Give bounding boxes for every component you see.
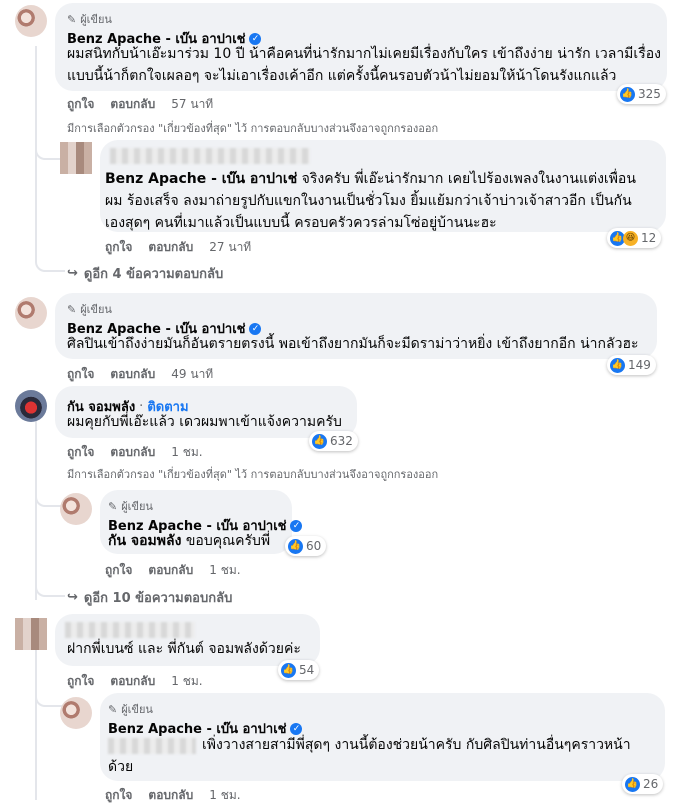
like-button[interactable]: ถูกใจ xyxy=(105,786,132,805)
avatar[interactable] xyxy=(15,618,47,650)
haha-icon: 😆 xyxy=(623,230,638,246)
comment-actions: ถูกใจ ตอบกลับ 57 นาที xyxy=(67,95,213,114)
reply-button[interactable]: ตอบกลับ xyxy=(148,238,193,257)
blurred-mention xyxy=(108,738,196,754)
view-more-replies-button[interactable]: ↪ ดูอีก 4 ข้อความตอบกลับ xyxy=(67,263,223,284)
reply-arrow-icon: ↪ xyxy=(67,266,78,281)
like-button[interactable]: ถูกใจ xyxy=(105,238,132,257)
thread-line xyxy=(35,650,37,800)
comment-body: ขอบคุณครับพี่ xyxy=(185,533,271,549)
timestamp[interactable]: 1 ชม. xyxy=(209,561,240,580)
reply-button[interactable]: ตอบกลับ xyxy=(148,561,193,580)
avatar[interactable] xyxy=(15,390,47,422)
thumbs-up-icon: 👍 xyxy=(312,433,327,449)
filter-note: มีการเลือกตัวกรอง "เกี่ยวข้องที่สุด" ไว้… xyxy=(67,122,439,135)
pencil-icon: ✎ xyxy=(108,702,118,716)
reply-button[interactable]: ตอบกลับ xyxy=(110,672,155,691)
reply-arrow-icon: ↪ xyxy=(67,590,78,605)
reaction-count[interactable]: 👍 😆 12 xyxy=(607,228,662,248)
reaction-number: 12 xyxy=(641,231,657,245)
author-badge: ✎ ผู้เขียน xyxy=(67,300,112,318)
view-more-replies-button[interactable]: ↪ ดูอีก 10 ข้อความตอบกลับ xyxy=(67,587,232,608)
avatar[interactable] xyxy=(60,493,92,525)
blurred-name xyxy=(110,148,310,164)
pencil-icon: ✎ xyxy=(67,302,77,316)
reply-button[interactable]: ตอบกลับ xyxy=(148,786,193,805)
comment-actions: ถูกใจ ตอบกลับ 49 นาที xyxy=(67,365,213,384)
reaction-count[interactable]: 👍 60 xyxy=(285,536,327,556)
timestamp[interactable]: 49 นาที xyxy=(171,365,213,384)
comment-text: ศิลปินเข้าถึงง่ายมันก็อันตรายตรงนี้ พอเข… xyxy=(67,336,639,352)
thumbs-up-icon: 👍 xyxy=(288,538,303,554)
pencil-icon: ✎ xyxy=(108,499,118,513)
avatar[interactable] xyxy=(60,142,92,174)
like-button[interactable]: ถูกใจ xyxy=(67,443,94,462)
timestamp[interactable]: 1 ชม. xyxy=(209,786,240,805)
author-badge-label: ผู้เขียน xyxy=(121,703,153,716)
reply-button[interactable]: ตอบกลับ xyxy=(110,443,155,462)
thread-connector xyxy=(35,680,65,707)
like-button[interactable]: ถูกใจ xyxy=(67,672,94,691)
verified-badge-icon: ✓ xyxy=(290,722,303,735)
reaction-number: 60 xyxy=(306,539,322,553)
author-badge-label: ผู้เขียน xyxy=(80,13,112,26)
like-button[interactable]: ถูกใจ xyxy=(67,365,94,384)
thumbs-up-icon: 👍 xyxy=(281,662,296,678)
reply-button[interactable]: ตอบกลับ xyxy=(110,365,155,384)
comment-text: ผมสนิทกับน้าเอ๊ะมาร่วม 10 ปี น้าคือคนที่… xyxy=(67,46,661,84)
more-replies-label[interactable]: ดูอีก 10 ข้อความตอบกลับ xyxy=(84,587,232,608)
comment-actions: ถูกใจ ตอบกลับ 1 ชม. xyxy=(67,443,203,462)
thread-connector xyxy=(35,230,65,272)
reaction-number: 54 xyxy=(299,663,315,677)
blurred-name xyxy=(65,622,195,638)
reaction-count[interactable]: 👍 54 xyxy=(278,660,320,680)
reaction-number: 26 xyxy=(643,777,659,791)
comment-actions: ถูกใจ ตอบกลับ 1 ชม. xyxy=(67,672,203,691)
thumbs-up-icon: 👍 xyxy=(610,357,625,373)
comment-text: Benz Apache - เบ๊น อาปาเช่ จริงครับ พี่เ… xyxy=(105,168,650,234)
thread-connector xyxy=(35,565,65,597)
avatar[interactable] xyxy=(60,697,92,729)
comment-actions: ถูกใจ ตอบกลับ 1 ชม. xyxy=(105,786,241,805)
reaction-number: 632 xyxy=(330,434,353,448)
reaction-number: 149 xyxy=(628,358,651,372)
avatar[interactable] xyxy=(15,297,47,329)
comment-text: เพิ่งวางสายสามีพี่สุดๆ งานนี้ต้องช่วยน้า… xyxy=(202,737,631,753)
timestamp[interactable]: 27 นาที xyxy=(209,238,251,257)
reaction-count[interactable]: 👍 632 xyxy=(309,431,358,451)
author-badge: ✎ ผู้เขียน xyxy=(108,700,153,718)
like-button[interactable]: ถูกใจ xyxy=(105,561,132,580)
comment-actions: ถูกใจ ตอบกลับ 1 ชม. xyxy=(105,561,241,580)
author-badge: ✎ ผู้เขียน xyxy=(67,10,112,28)
pencil-icon: ✎ xyxy=(67,12,77,26)
comment-text: ด้วย xyxy=(108,759,134,775)
author-badge-label: ผู้เขียน xyxy=(80,303,112,316)
reaction-number: 325 xyxy=(638,87,661,101)
comment-text: ผมคุยกับพี่เอ๊ะแล้ว เดวผมพาเข้าแจ้งความค… xyxy=(67,414,342,430)
reaction-count[interactable]: 👍 149 xyxy=(607,355,656,375)
comment-actions: ถูกใจ ตอบกลับ 27 นาที xyxy=(105,238,251,257)
reaction-count[interactable]: 👍 325 xyxy=(617,84,666,104)
timestamp[interactable]: 57 นาที xyxy=(171,95,213,114)
avatar[interactable] xyxy=(15,5,47,37)
reply-button[interactable]: ตอบกลับ xyxy=(110,95,155,114)
verified-badge-icon: ✓ xyxy=(290,519,303,532)
timestamp[interactable]: 1 ชม. xyxy=(171,672,202,691)
thumbs-up-icon: 👍 xyxy=(620,86,635,102)
timestamp[interactable]: 1 ชม. xyxy=(171,443,202,462)
comment-text: กัน จอมพลัง ขอบคุณครับพี่ xyxy=(108,530,288,552)
more-replies-label[interactable]: ดูอีก 4 ข้อความตอบกลับ xyxy=(84,263,223,284)
reaction-count[interactable]: 👍 26 xyxy=(622,774,664,794)
mention[interactable]: Benz Apache - เบ๊น อาปาเช่ xyxy=(105,171,297,187)
thumbs-up-icon: 👍 xyxy=(625,776,640,792)
filter-note: มีการเลือกตัวกรอง "เกี่ยวข้องที่สุด" ไว้… xyxy=(67,468,439,481)
mention[interactable]: กัน จอมพลัง xyxy=(108,533,181,549)
author-badge-label: ผู้เขียน xyxy=(121,500,153,513)
comment-text: ฝากพี่เบนซ์ และ พี่กันต์ จอมพลังด้วยค่ะ xyxy=(67,641,301,657)
like-button[interactable]: ถูกใจ xyxy=(67,95,94,114)
author-badge: ✎ ผู้เขียน xyxy=(108,497,153,515)
